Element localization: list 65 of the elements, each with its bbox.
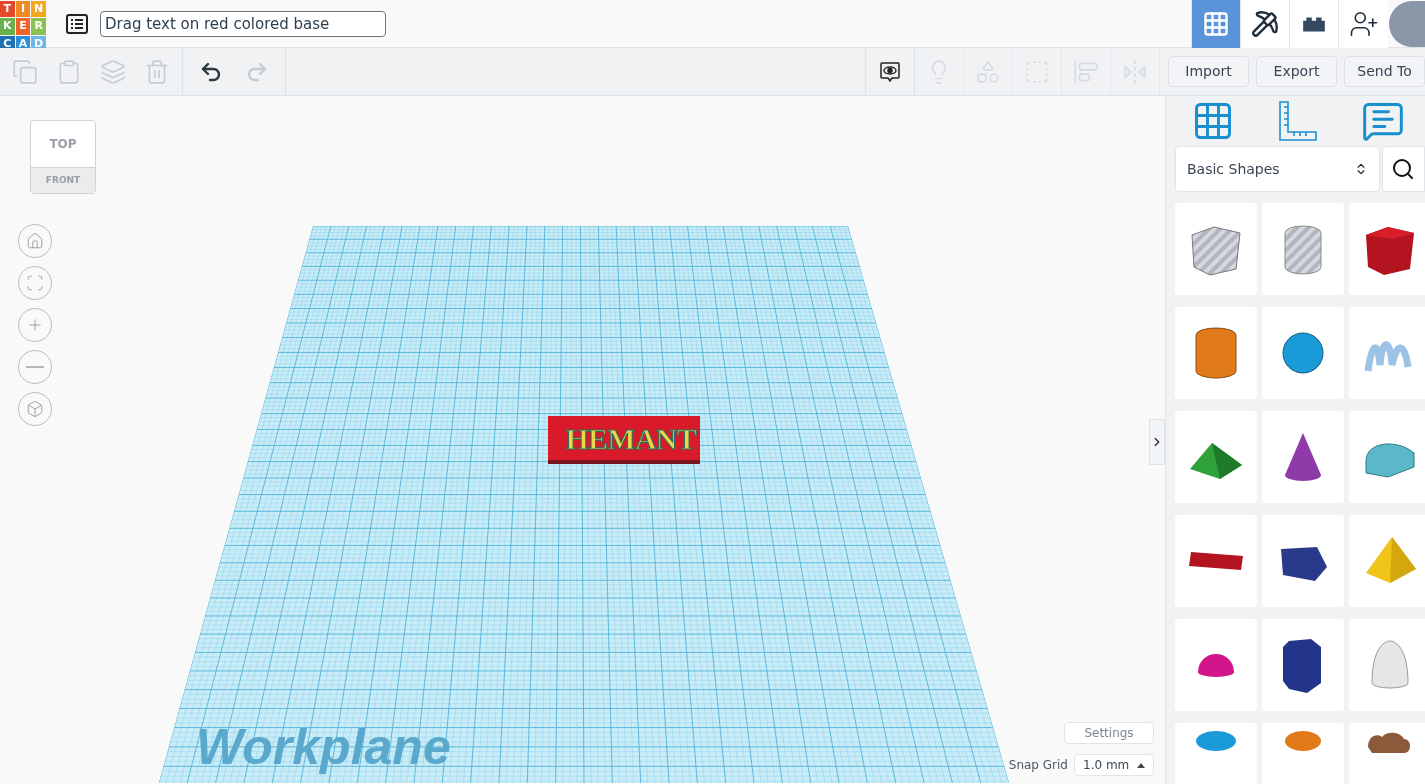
shape-tile[interactable]	[1175, 619, 1257, 711]
view-mode-tab[interactable]	[1289, 0, 1338, 48]
snap-grid-select[interactable]: 1.0 mm	[1074, 754, 1154, 776]
shape-tile[interactable]	[1349, 619, 1425, 711]
hemant-3d-text[interactable]: HEMANT	[565, 415, 696, 461]
shape-tile[interactable]	[1349, 411, 1425, 503]
align-icon	[1073, 58, 1099, 85]
base-plate-object[interactable]: HEMANT	[548, 416, 700, 464]
nav-control-button[interactable]	[18, 266, 52, 300]
logo-letter: T	[0, 0, 15, 17]
shape-tile[interactable]	[1262, 619, 1344, 711]
heart-shape-icon	[1368, 731, 1412, 753]
snap-grid-label: Snap Grid	[1008, 757, 1068, 774]
eye-note-icon	[878, 59, 902, 84]
text-shape-icon	[1189, 552, 1243, 570]
search-button[interactable]	[1381, 146, 1425, 192]
list-icon	[66, 13, 88, 34]
cube-top-label[interactable]: TOP	[31, 121, 95, 167]
panel-collapse-handle[interactable]	[1149, 419, 1165, 465]
invite-user-button[interactable]	[1338, 0, 1388, 48]
zoom-in-icon	[26, 316, 44, 334]
fit-view-icon	[26, 274, 44, 292]
caret-icon	[1137, 762, 1145, 768]
shape-tile[interactable]	[1262, 515, 1344, 607]
view-mode-tab[interactable]	[1240, 0, 1289, 48]
logo-letter: I	[15, 0, 31, 17]
shape-tile[interactable]	[1349, 203, 1425, 295]
nav-control-button[interactable]	[18, 350, 52, 384]
nav-control-button[interactable]	[18, 224, 52, 258]
pickaxe-icon	[1251, 9, 1279, 38]
nav-control-button[interactable]	[18, 308, 52, 342]
logo-letter: R	[31, 18, 46, 35]
tube-icon	[1285, 731, 1321, 751]
search-icon	[1391, 157, 1416, 181]
trash-icon	[144, 58, 170, 85]
duplicate-icon	[100, 58, 126, 85]
grid-icon	[1202, 9, 1230, 38]
shape-tile[interactable]	[1175, 411, 1257, 503]
nav-control-button[interactable]	[18, 392, 52, 426]
action-button[interactable]: Send To	[1344, 56, 1425, 87]
shape-tile[interactable]	[1262, 307, 1344, 399]
logo-letter: N	[31, 0, 46, 17]
torus-icon	[1196, 731, 1236, 751]
copy-icon	[12, 58, 38, 85]
view-cube[interactable]: TOP FRONT	[30, 120, 96, 194]
group-icon	[975, 58, 1001, 85]
shape-tile[interactable]	[1349, 307, 1425, 399]
settings-button[interactable]: Settings	[1064, 722, 1154, 744]
home-icon	[26, 232, 44, 250]
shape-tile[interactable]	[1262, 411, 1344, 503]
shape-tile[interactable]	[1175, 307, 1257, 399]
design-title-field[interactable]: Drag text on red colored base	[100, 10, 386, 37]
action-button[interactable]: Import	[1168, 56, 1249, 87]
shape-tile[interactable]	[1349, 515, 1425, 607]
mirror-icon	[1122, 58, 1148, 85]
shape-library-select[interactable]: Basic Shapes	[1175, 146, 1380, 192]
cube-icon	[26, 400, 44, 418]
logo-letter: E	[15, 18, 31, 35]
shape-tile[interactable]	[1175, 203, 1257, 295]
shape-tile[interactable]	[1175, 515, 1257, 607]
action-button[interactable]: Export	[1256, 56, 1337, 87]
shape-tile[interactable]	[1262, 203, 1344, 295]
logo[interactable]: T I N K E R C A D	[0, 0, 46, 47]
ungroup-icon	[1024, 58, 1050, 85]
logo-letter: K	[0, 18, 15, 35]
